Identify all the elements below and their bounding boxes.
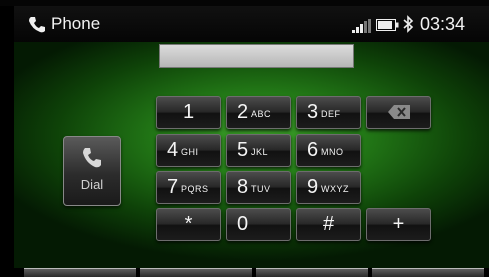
app-title: Phone (51, 14, 101, 33)
key-letters: ABC (251, 109, 272, 119)
key-letters: JKL (251, 147, 269, 157)
key-digit: + (392, 213, 405, 235)
dial-label: Dial (80, 177, 104, 192)
key-6[interactable]: 6 MNO (296, 134, 361, 167)
key-digit: 3 (307, 101, 319, 123)
backspace-icon (388, 105, 410, 119)
bluetooth-icon (403, 15, 414, 33)
signal-icon (352, 19, 371, 33)
key-letters: DEF (321, 109, 341, 119)
key-letters: MNO (321, 147, 344, 157)
key-0[interactable]: 0 (226, 208, 291, 241)
key-digit: 5 (237, 139, 249, 161)
key-digit: 0 (237, 213, 249, 235)
key-digit: 9 (307, 176, 319, 198)
key-digit: 1 (182, 101, 195, 123)
clock: 03:34 (420, 14, 466, 34)
key-9[interactable]: 9 WXYZ (296, 171, 361, 204)
backspace-button[interactable] (366, 96, 431, 129)
key-letters: WXYZ (321, 184, 349, 194)
key-plus[interactable]: + (366, 208, 431, 241)
key-digit: 6 (307, 139, 319, 161)
key-3[interactable]: 3 DEF (296, 96, 361, 129)
phone-number-field[interactable] (159, 44, 354, 68)
status-bar: Phone 03:34 (14, 6, 489, 42)
key-digit: 7 (167, 176, 179, 198)
key-2[interactable]: 2 ABC (226, 96, 291, 129)
key-digit: 8 (237, 176, 249, 198)
key-digit: 4 (167, 139, 179, 161)
key-letters: TUV (251, 184, 271, 194)
handset-icon (83, 148, 101, 168)
key-1[interactable]: 1 (156, 96, 221, 129)
key-letters: PQRS (181, 184, 209, 194)
key-5[interactable]: 5 JKL (226, 134, 291, 167)
key-star[interactable]: * (156, 208, 221, 241)
softkey-bar (14, 268, 489, 277)
dial-button[interactable]: Dial (63, 136, 121, 206)
key-letters: GHI (181, 147, 199, 157)
key-digit: * (184, 213, 193, 235)
key-7[interactable]: 7 PQRS (156, 171, 221, 204)
key-hash[interactable]: # (296, 208, 361, 241)
key-digit: 2 (237, 101, 249, 123)
phone-icon (29, 17, 45, 33)
battery-icon (376, 19, 399, 31)
key-4[interactable]: 4 GHI (156, 134, 221, 167)
key-8[interactable]: 8 TUV (226, 171, 291, 204)
key-digit: # (322, 213, 335, 235)
